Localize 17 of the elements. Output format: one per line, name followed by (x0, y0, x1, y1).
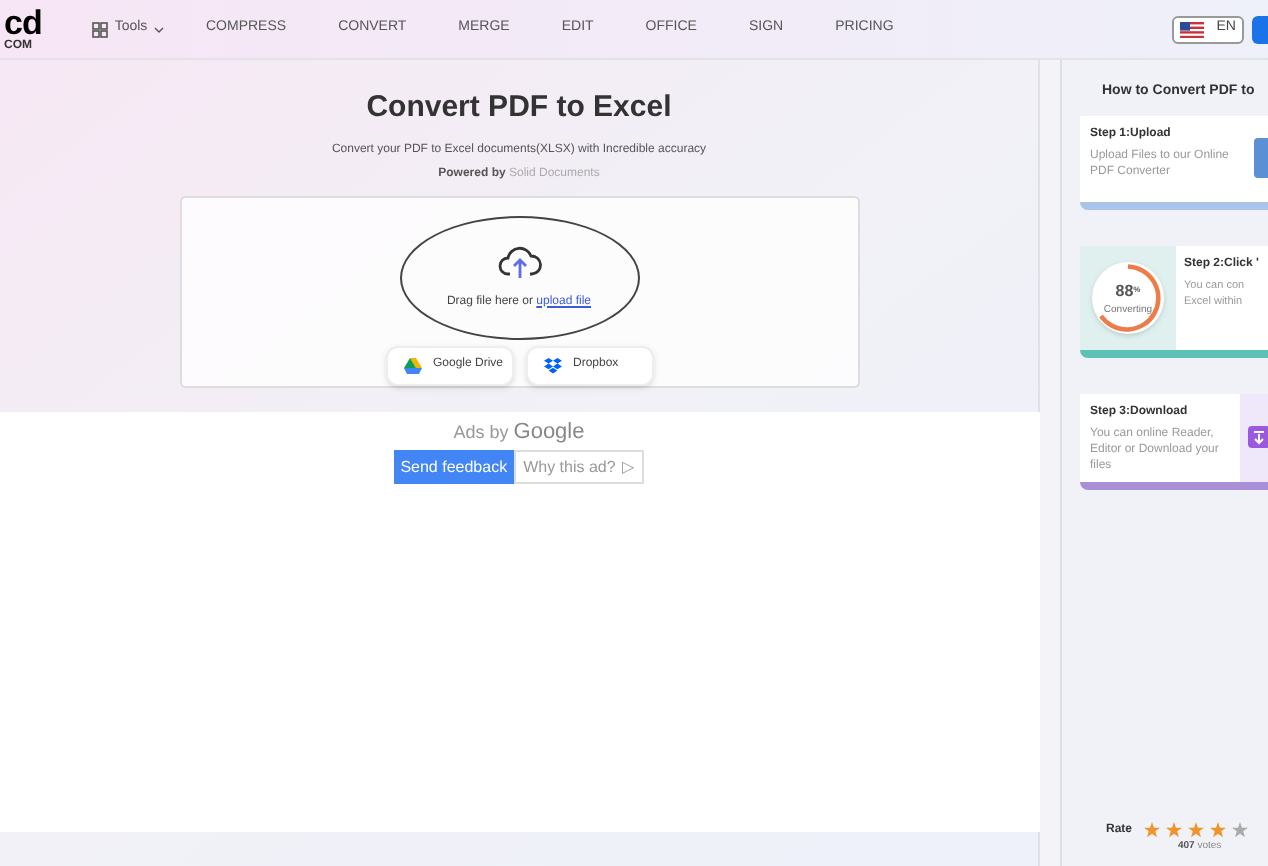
grid-icon (92, 21, 109, 37)
star-icon (1166, 822, 1183, 838)
star-icon (1188, 822, 1205, 838)
header-button[interactable] (1252, 15, 1268, 43)
page-title: Convert PDF to Excel (366, 88, 672, 128)
send-feedback-button[interactable]: Send feedback (394, 450, 514, 484)
drive-icon (403, 357, 421, 373)
ads-label: Ads by Google (453, 417, 585, 447)
chevron-down-icon (153, 25, 164, 33)
dropbox-icon (543, 357, 561, 373)
flag-icon (1180, 21, 1205, 37)
download-icon[interactable] (1248, 426, 1268, 448)
cloud-upload-icon (497, 243, 541, 279)
star-icon (1232, 822, 1249, 838)
star-icon (1210, 822, 1227, 838)
star-icon (1144, 822, 1161, 838)
star-rating[interactable] (1144, 822, 1249, 838)
